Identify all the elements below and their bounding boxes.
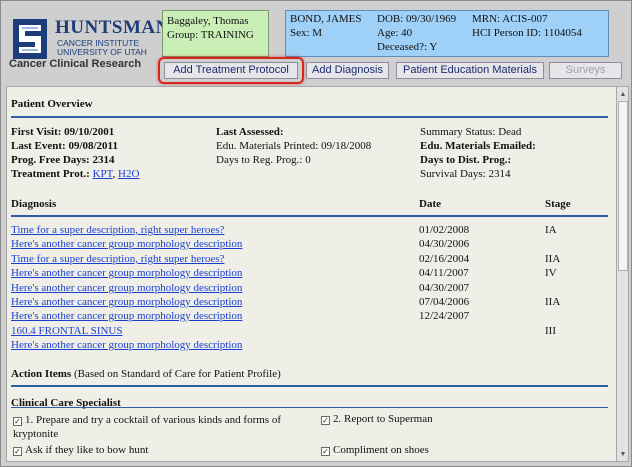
tab-add-treatment-protocol[interactable]: Add Treatment Protocol	[164, 62, 298, 79]
diagnosis-link[interactable]: Here's another cancer group morphology d…	[11, 310, 242, 322]
action-items-heading: Action Items (Based on Standard of Care …	[11, 368, 281, 380]
survival-days: Survival Days: 2314	[420, 168, 511, 180]
diagnosis-date: 04/11/2007	[419, 267, 469, 279]
edu-materials-printed: Edu. Materials Printed: 09/18/2008	[216, 140, 372, 152]
diagnosis-stage: III	[545, 325, 556, 337]
treatment-link-h2o[interactable]: H2O	[118, 168, 139, 180]
diagnosis-date: 01/02/2008	[419, 224, 470, 236]
diagnosis-link[interactable]: Here's another cancer group morphology d…	[11, 238, 242, 250]
days-to-dist-prog: Days to Dist. Prog.:	[420, 154, 512, 166]
section-heading-patient-overview: Patient Overview	[11, 98, 93, 110]
logo: HUNTSMAN CANCER INSTITUTE UNIVERSITY OF …	[9, 11, 169, 71]
vertical-scrollbar[interactable]: ▲ ▼	[616, 86, 629, 462]
logo-name: HUNTSMAN	[55, 17, 170, 38]
patient-mrn: MRN: ACIS-007	[472, 13, 548, 25]
checkbox[interactable]: ✓	[321, 416, 330, 425]
diagnosis-link[interactable]: Time for a super description, right supe…	[11, 253, 224, 265]
app-title: Cancer Clinical Research	[9, 58, 142, 70]
action-item[interactable]: ✓ Compliment on shoes	[321, 444, 429, 456]
action-item-text: 1. Prepare and try a cocktail of various…	[13, 414, 281, 440]
divider	[11, 385, 608, 387]
diagnosis-link[interactable]: Here's another cancer group morphology d…	[11, 282, 242, 294]
user-name: Baggaley, Thomas	[167, 15, 249, 27]
diagnosis-link[interactable]: Time for a super description, right supe…	[11, 224, 224, 236]
last-event: Last Event: 09/08/2011	[11, 140, 118, 152]
checkbox[interactable]: ✓	[13, 417, 22, 426]
scroll-down-icon[interactable]: ▼	[618, 449, 628, 459]
action-item-text: Ask if they like to bow hunt	[25, 444, 149, 456]
treatment-link-kpt[interactable]: KPT	[93, 168, 113, 180]
user-info-box: Baggaley, Thomas Group: TRAINING	[162, 10, 269, 57]
diagnosis-link[interactable]: 160.4 FRONTAL SINUS	[11, 325, 122, 337]
tab-patient-education-materials[interactable]: Patient Education Materials	[396, 62, 544, 79]
scroll-up-icon[interactable]: ▲	[618, 89, 628, 99]
diagnosis-stage: IIA	[545, 296, 561, 308]
tab-surveys[interactable]: Surveys	[549, 62, 622, 79]
diagnosis-column-header: Diagnosis	[11, 198, 57, 210]
diagnosis-date: 12/24/2007	[419, 310, 470, 322]
action-item[interactable]: ✓ 1. Prepare and try a cocktail of variou…	[13, 413, 313, 441]
diagnosis-date: 02/16/2004	[419, 253, 470, 265]
checkbox[interactable]: ✓	[321, 447, 330, 456]
stage-column-header: Stage	[545, 198, 571, 210]
diagnosis-date: 04/30/2007	[419, 282, 470, 294]
last-assessed: Last Assessed:	[216, 126, 284, 138]
days-to-reg-prog: Days to Reg. Prog.: 0	[216, 154, 311, 166]
patient-sex: Sex: M	[290, 27, 323, 39]
patient-age: Age: 40	[377, 27, 413, 39]
patient-info-box: BOND, JAMES Sex: M DOB: 09/30/1969 Age: …	[285, 10, 609, 57]
diagnosis-stage: IV	[545, 267, 557, 279]
divider	[11, 116, 608, 118]
edu-materials-emailed: Edu. Materials Emailed:	[420, 140, 536, 152]
action-item[interactable]: ✓ 2. Report to Superman	[321, 413, 433, 425]
scrollbar-thumb[interactable]	[618, 101, 628, 271]
first-visit: First Visit: 09/10/2001	[11, 126, 115, 138]
tab-add-diagnosis[interactable]: Add Diagnosis	[306, 62, 389, 79]
diagnosis-link[interactable]: Here's another cancer group morphology d…	[11, 296, 242, 308]
user-group: Group: TRAINING	[167, 29, 254, 41]
app-window: HUNTSMAN CANCER INSTITUTE UNIVERSITY OF …	[0, 0, 632, 467]
patient-overview-panel: Patient Overview First Visit: 09/10/2001…	[6, 86, 617, 462]
logo-subtitle-university: UNIVERSITY OF UTAH	[57, 47, 147, 57]
diagnosis-stage: IIA	[545, 253, 561, 265]
patient-name: BOND, JAMES	[290, 13, 362, 25]
patient-dob: DOB: 09/30/1969	[377, 13, 457, 25]
action-item-text: Compliment on shoes	[333, 444, 429, 456]
checkbox[interactable]: ✓	[13, 447, 22, 456]
patient-hci-id: HCI Person ID: 1104054	[472, 27, 582, 39]
action-item[interactable]: ✓ Ask if they like to bow hunt	[13, 444, 148, 456]
action-items-note: (Based on Standard of Care for Patient P…	[73, 368, 281, 380]
prog-free-days: Prog. Free Days: 2314	[11, 154, 115, 166]
patient-deceased: Deceased?: Y	[377, 41, 438, 53]
summary-status: Summary Status: Dead	[420, 126, 522, 138]
huntsman-logo-icon	[13, 19, 47, 59]
diagnosis-link[interactable]: Here's another cancer group morphology d…	[11, 267, 242, 279]
diagnosis-stage: IA	[545, 224, 557, 236]
treatment-label: Treatment Prot.:	[11, 168, 90, 180]
divider	[11, 407, 608, 408]
divider	[11, 215, 608, 217]
diagnosis-link[interactable]: Here's another cancer group morphology d…	[11, 339, 242, 351]
diagnosis-date: 04/30/2006	[419, 238, 470, 250]
action-item-text: 2. Report to Superman	[333, 413, 433, 425]
date-column-header: Date	[419, 198, 441, 210]
diagnosis-date: 07/04/2006	[419, 296, 470, 308]
treatment-protocols: Treatment Prot.: KPT, H2O	[11, 168, 140, 180]
